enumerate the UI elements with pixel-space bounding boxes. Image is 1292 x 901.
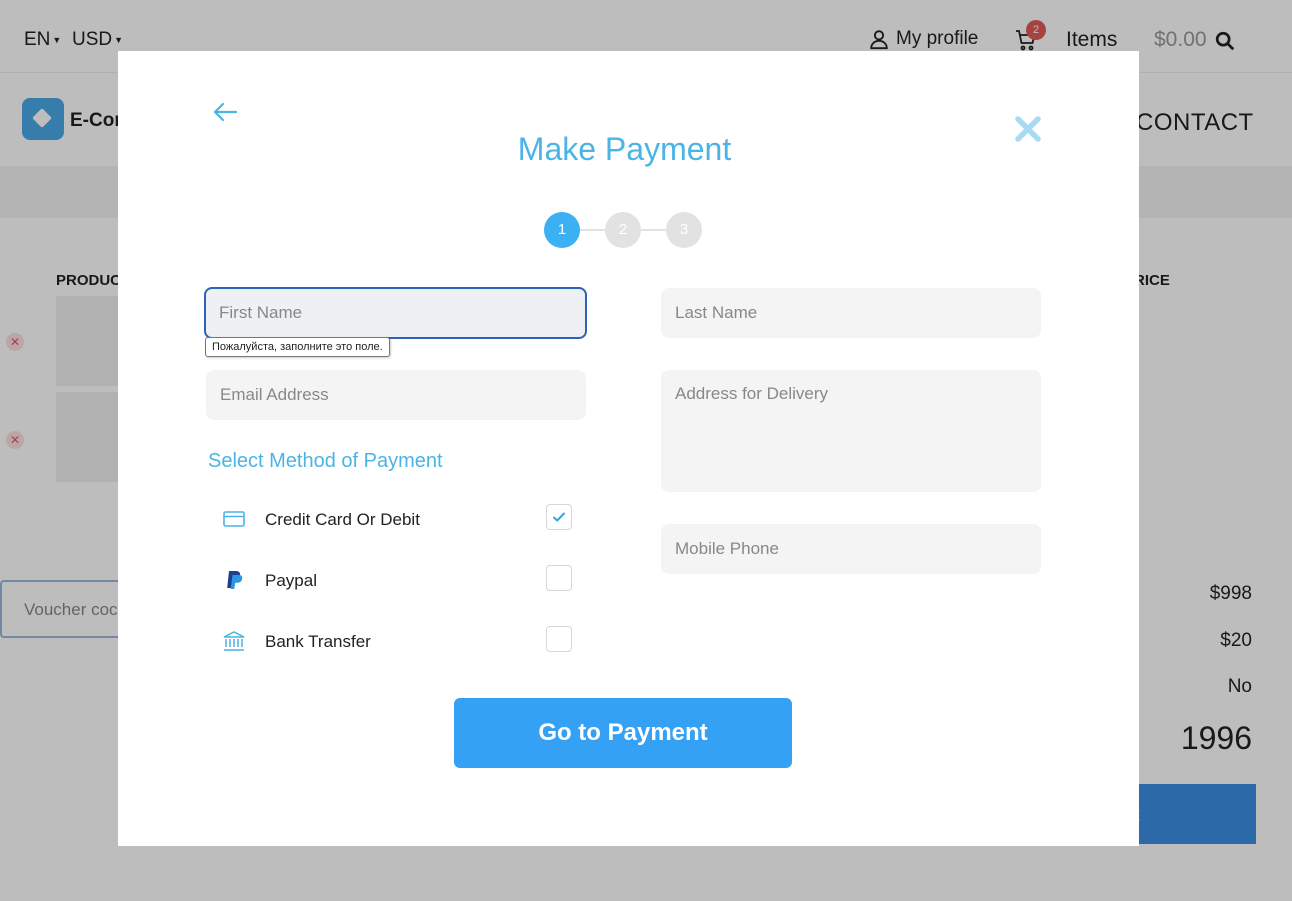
bank-transfer-checkbox[interactable] <box>546 626 572 652</box>
validation-tooltip: Пожалуйста, заполните это поле. <box>205 337 390 357</box>
step-1: 1 <box>544 212 580 248</box>
payment-method-paypal[interactable]: Paypal <box>222 565 574 595</box>
payment-method-label: Paypal <box>265 571 317 590</box>
credit-card-icon <box>223 511 245 527</box>
email-field[interactable] <box>206 370 586 420</box>
payment-method-heading: Select Method of Payment <box>208 450 443 472</box>
step-indicator: 1 2 3 <box>544 212 704 248</box>
delivery-address-field[interactable] <box>661 370 1041 492</box>
back-arrow-icon[interactable] <box>210 97 240 127</box>
payment-method-card[interactable]: Credit Card Or Debit <box>222 504 574 534</box>
modal-title: Make Payment <box>517 131 732 167</box>
step-3: 3 <box>666 212 702 248</box>
payment-modal: Make Payment 1 2 3 Пожалуйста, заполните… <box>118 51 1139 846</box>
paypal-icon <box>227 571 243 589</box>
step-connector <box>580 229 605 231</box>
payment-method-label: Bank Transfer <box>265 632 371 651</box>
step-connector <box>641 229 666 231</box>
last-name-field[interactable] <box>661 288 1041 338</box>
mobile-phone-field[interactable] <box>661 524 1041 574</box>
payment-method-bank[interactable]: Bank Transfer <box>222 626 574 656</box>
payment-method-label: Credit Card Or Debit <box>265 510 420 529</box>
go-to-payment-button[interactable]: Go to Payment <box>454 698 792 768</box>
checkmark-icon <box>553 512 565 522</box>
credit-card-checkbox[interactable] <box>546 504 572 530</box>
step-2: 2 <box>605 212 641 248</box>
paypal-checkbox[interactable] <box>546 565 572 591</box>
bank-icon <box>223 631 245 651</box>
first-name-field[interactable] <box>204 287 587 339</box>
